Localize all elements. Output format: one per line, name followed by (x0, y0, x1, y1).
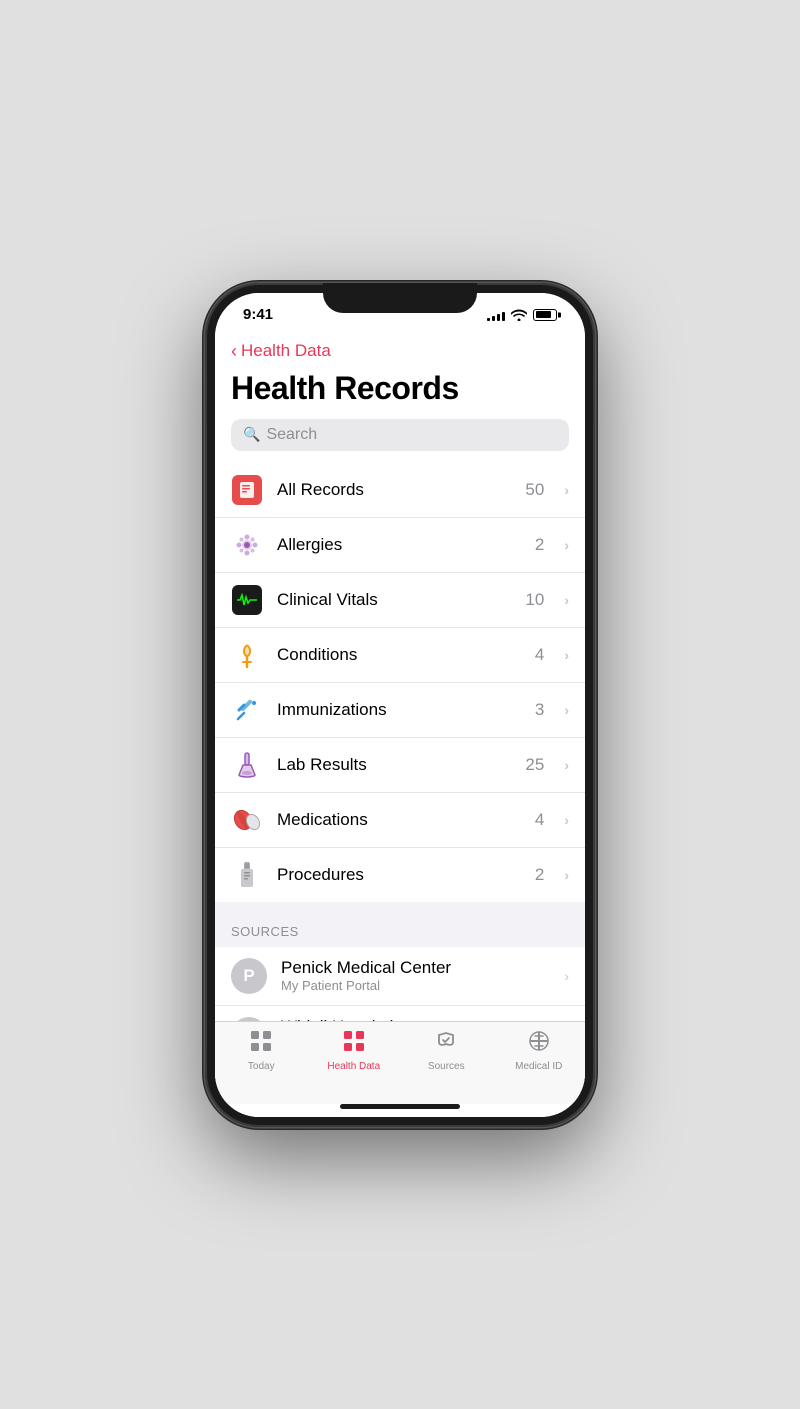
immunizations-chevron-icon: › (564, 702, 569, 718)
immunizations-icon (231, 694, 263, 726)
lab-results-label: Lab Results (277, 755, 511, 775)
tab-today[interactable]: Today (215, 1030, 308, 1072)
list-item-lab-results[interactable]: Lab Results 25 › (215, 738, 585, 793)
penick-info: Penick Medical Center My Patient Portal (281, 958, 550, 993)
search-placeholder: Search (266, 426, 317, 444)
list-section: All Records 50 › (215, 463, 585, 1021)
immunizations-count: 3 (535, 700, 544, 720)
procedures-icon (231, 859, 263, 891)
tab-sources[interactable]: Sources (400, 1030, 493, 1072)
conditions-label: Conditions (277, 645, 521, 665)
medical-id-label: Medical ID (515, 1061, 562, 1072)
phone-shell: 9:41 (205, 283, 595, 1127)
conditions-icon (231, 639, 263, 671)
source-item-penick[interactable]: P Penick Medical Center My Patient Porta… (215, 947, 585, 1006)
immunizations-label: Immunizations (277, 700, 521, 720)
list-item-allergies[interactable]: Allergies 2 › (215, 518, 585, 573)
clinical-vitals-icon (231, 584, 263, 616)
notch (323, 283, 477, 313)
procedures-count: 2 (535, 865, 544, 885)
source-item-widell[interactable]: W Widell Hospital Patient Chart Pro › (215, 1006, 585, 1021)
status-time: 9:41 (243, 306, 273, 323)
medications-label: Medications (277, 810, 521, 830)
back-chevron-icon: ‹ (231, 341, 237, 362)
allergies-label: Allergies (277, 535, 521, 555)
list-item-all-records[interactable]: All Records 50 › (215, 463, 585, 518)
status-icons (487, 309, 557, 321)
home-indicator (340, 1104, 460, 1109)
content-area: ‹ Health Data Health Records 🔍 Search (215, 337, 585, 1117)
penick-avatar: P (231, 958, 267, 994)
medications-count: 4 (535, 810, 544, 830)
all-records-count: 50 (525, 480, 544, 500)
lab-results-icon (231, 749, 263, 781)
sources-icon (435, 1030, 457, 1058)
penick-subtitle: My Patient Portal (281, 978, 550, 993)
today-label: Today (248, 1061, 275, 1072)
page-wrapper: 9:41 (0, 0, 800, 1409)
signal-bars-icon (487, 309, 505, 321)
clinical-vitals-count: 10 (525, 590, 544, 610)
conditions-count: 4 (535, 645, 544, 665)
all-records-chevron-icon: › (564, 482, 569, 498)
nav-back[interactable]: ‹ Health Data (215, 337, 585, 366)
allergies-count: 2 (535, 535, 544, 555)
back-label[interactable]: Health Data (241, 341, 331, 361)
search-magnifier-icon: 🔍 (243, 426, 260, 443)
tab-bar: Today Health Data (215, 1021, 585, 1104)
penick-chevron-icon: › (564, 968, 569, 984)
all-records-label: All Records (277, 480, 511, 500)
screen: 9:41 (215, 293, 585, 1117)
allergies-chevron-icon: › (564, 537, 569, 553)
list-item-procedures[interactable]: Procedures 2 › (215, 848, 585, 902)
battery-icon (533, 309, 557, 321)
sources-label: Sources (428, 1061, 465, 1072)
sources-list-group: P Penick Medical Center My Patient Porta… (215, 947, 585, 1021)
conditions-chevron-icon: › (564, 647, 569, 663)
procedures-label: Procedures (277, 865, 521, 885)
tab-medical-id[interactable]: Medical ID (493, 1030, 586, 1072)
penick-name: Penick Medical Center (281, 958, 550, 978)
allergies-icon (231, 529, 263, 561)
list-item-immunizations[interactable]: Immunizations 3 › (215, 683, 585, 738)
records-list-group: All Records 50 › (215, 463, 585, 902)
list-item-conditions[interactable]: Conditions 4 › (215, 628, 585, 683)
wifi-icon (511, 309, 527, 321)
health-data-icon (343, 1030, 365, 1058)
lab-results-count: 25 (525, 755, 544, 775)
lab-results-chevron-icon: › (564, 757, 569, 773)
medications-icon (231, 804, 263, 836)
list-item-medications[interactable]: Medications 4 › (215, 793, 585, 848)
clinical-vitals-label: Clinical Vitals (277, 590, 511, 610)
clinical-vitals-chevron-icon: › (564, 592, 569, 608)
sources-section-header: SOURCES (215, 902, 585, 947)
today-icon (250, 1030, 272, 1058)
search-bar[interactable]: 🔍 Search (231, 419, 569, 451)
health-data-label: Health Data (327, 1061, 380, 1072)
procedures-chevron-icon: › (564, 867, 569, 883)
tab-health-data[interactable]: Health Data (308, 1030, 401, 1072)
medications-chevron-icon: › (564, 812, 569, 828)
all-records-icon (231, 474, 263, 506)
page-title: Health Records (215, 366, 585, 419)
medical-id-icon (528, 1030, 550, 1058)
list-item-clinical-vitals[interactable]: Clinical Vitals 10 › (215, 573, 585, 628)
